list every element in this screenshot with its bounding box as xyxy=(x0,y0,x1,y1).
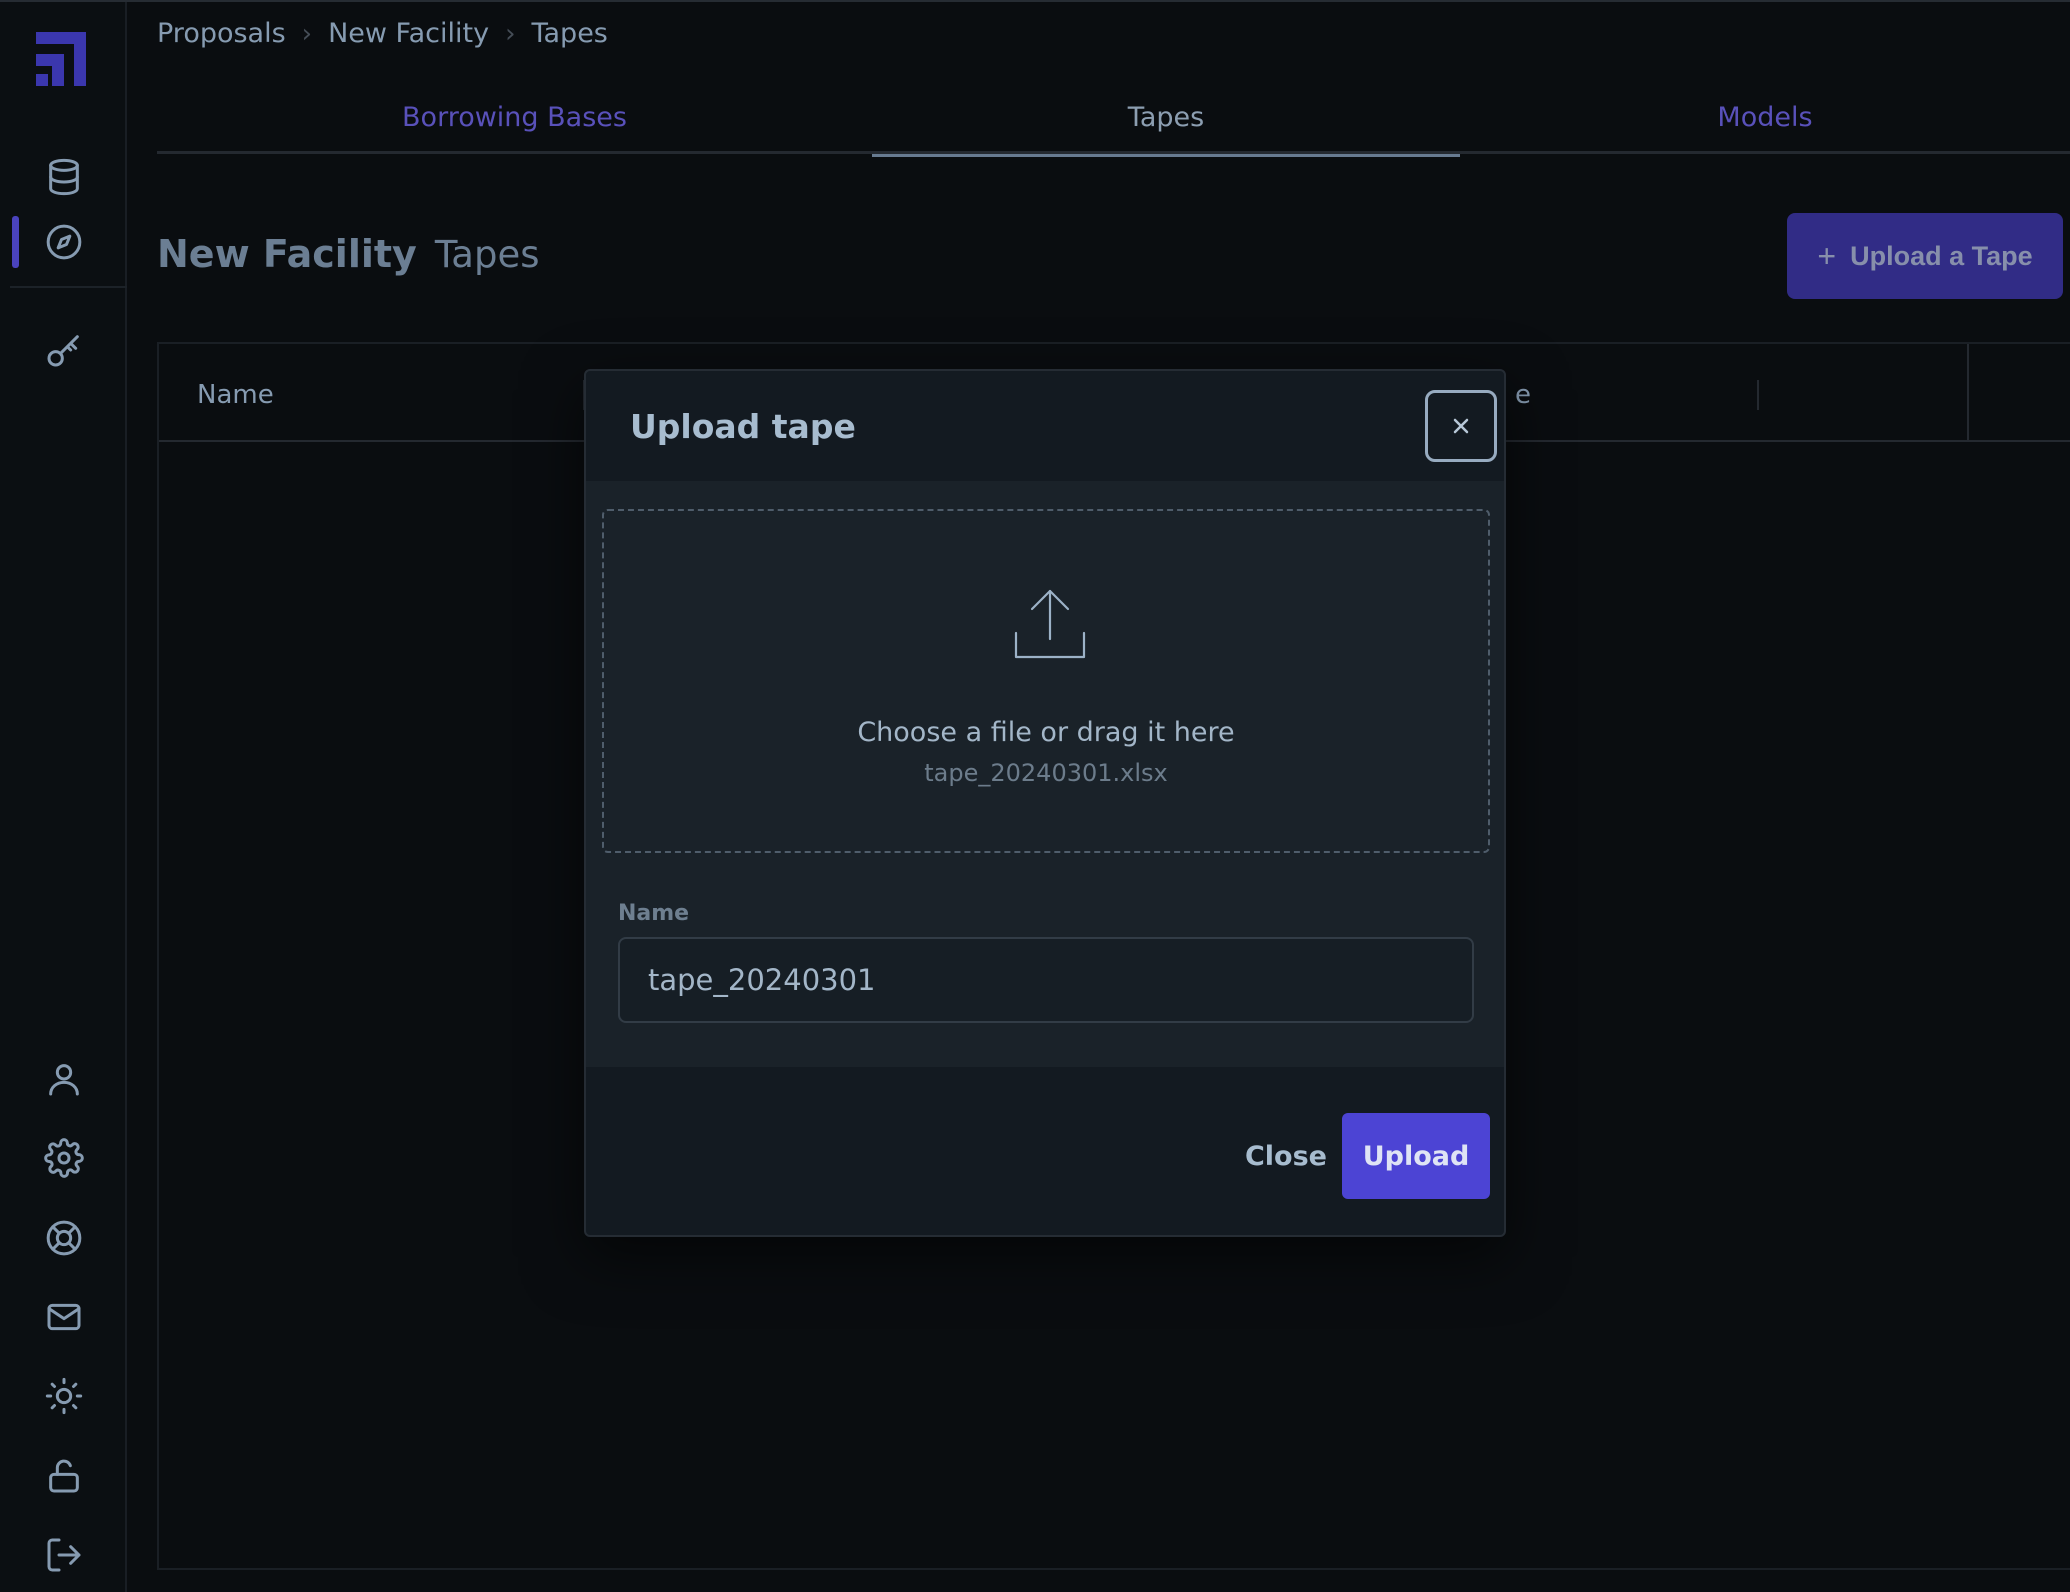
name-input[interactable] xyxy=(618,937,1474,1023)
upload-button[interactable]: Upload xyxy=(1342,1113,1490,1199)
dialog-footer: Close Upload xyxy=(586,1067,1504,1237)
upload-tape-dialog: Upload tape Choose a file or drag it her… xyxy=(584,369,1506,1237)
name-field-label: Name xyxy=(618,901,690,926)
close-icon xyxy=(1453,418,1469,434)
dropzone-instructions: Choose a file or drag it here xyxy=(857,717,1235,748)
upload-icon xyxy=(1008,583,1092,667)
dialog-title: Upload tape xyxy=(630,407,856,446)
dialog-close-button[interactable] xyxy=(1425,390,1497,462)
dialog-header: Upload tape xyxy=(586,371,1504,481)
dialog-body: Choose a file or drag it here tape_20240… xyxy=(586,481,1504,1067)
file-dropzone[interactable]: Choose a file or drag it here tape_20240… xyxy=(602,509,1490,853)
app-root: Proposals › New Facility › Tapes Borrowi… xyxy=(0,0,2070,1592)
selected-file-name: tape_20240301.xlsx xyxy=(924,759,1168,787)
close-button[interactable]: Close xyxy=(1226,1113,1346,1199)
